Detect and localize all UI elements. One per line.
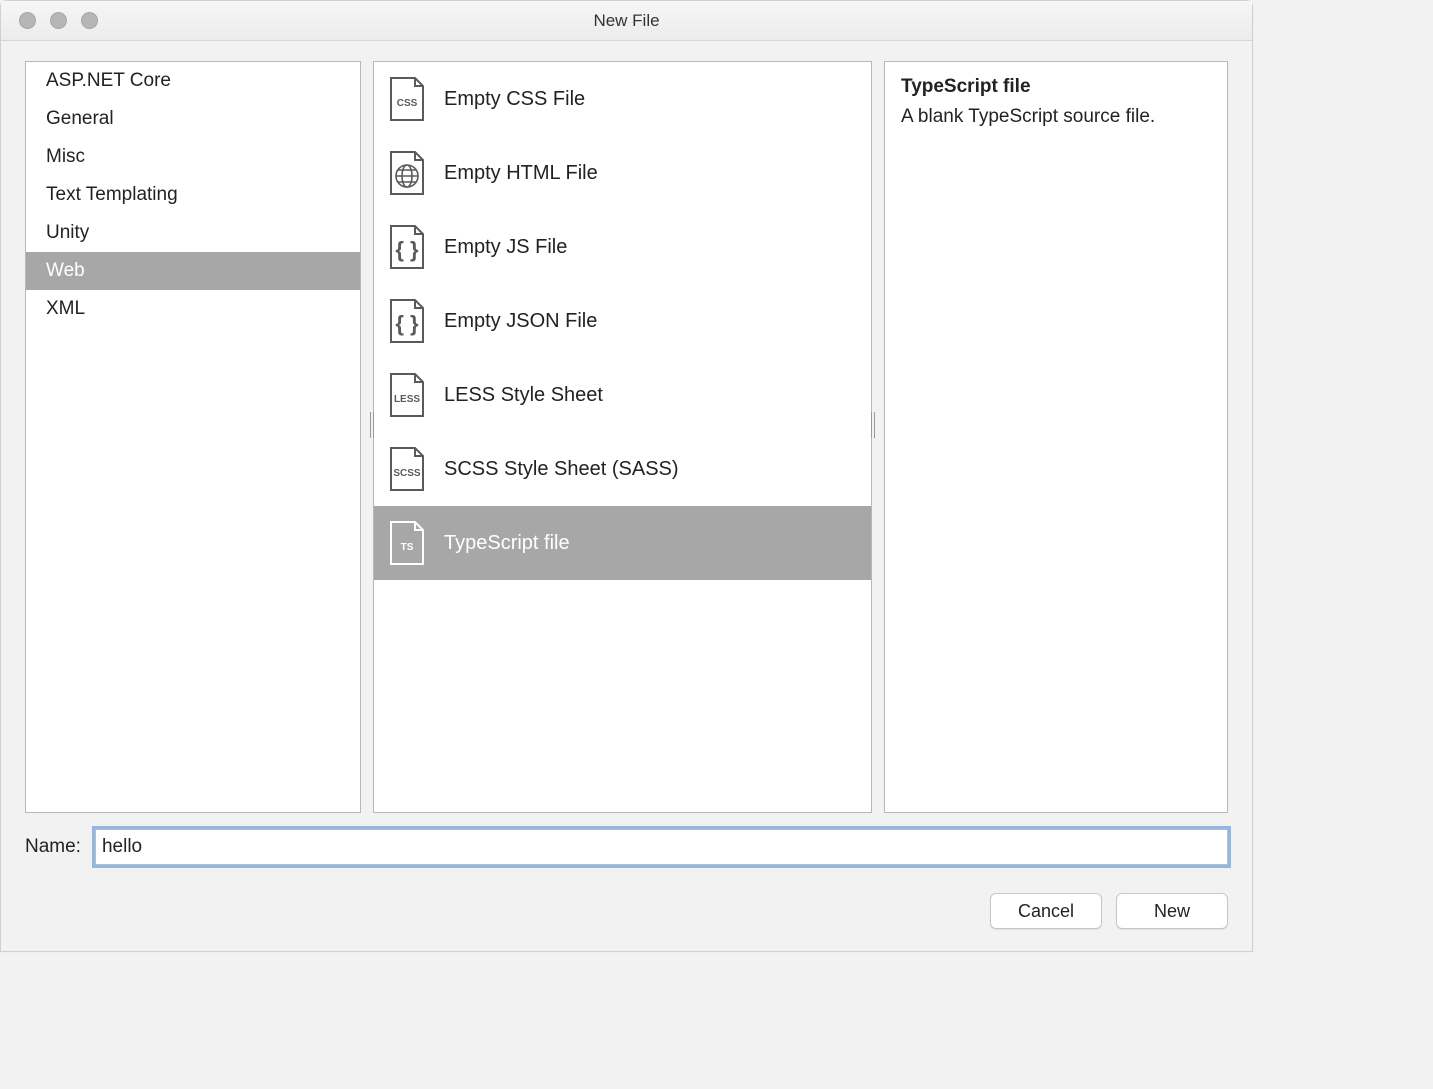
svg-text:CSS: CSS [397,98,418,109]
category-item[interactable]: Misc [26,138,360,176]
braces-file-icon: { } [388,224,426,270]
details-description: A blank TypeScript source file. [901,106,1211,128]
template-item-label: Empty JS File [444,236,567,259]
template-item[interactable]: SCSS SCSS Style Sheet (SASS) [374,432,871,506]
cancel-button[interactable]: Cancel [990,893,1102,929]
template-item-label: SCSS Style Sheet (SASS) [444,458,679,481]
template-item-label: Empty CSS File [444,88,585,111]
category-item[interactable]: Unity [26,214,360,252]
template-item-label: TypeScript file [444,532,570,555]
category-item[interactable]: General [26,100,360,138]
template-item[interactable]: TS TypeScript file [374,506,871,580]
svg-text:{ }: { } [395,237,419,262]
template-item-label: Empty HTML File [444,162,598,185]
category-item[interactable]: Web [26,252,360,290]
template-item[interactable]: { } Empty JSON File [374,284,871,358]
html-file-icon [388,150,426,196]
ts-file-icon: TS [388,520,426,566]
name-input[interactable] [95,829,1228,865]
main-content: ASP.NET CoreGeneralMiscText TemplatingUn… [1,41,1252,813]
template-item[interactable]: { } Empty JS File [374,210,871,284]
window-title: New File [1,11,1252,31]
titlebar: New File [1,1,1252,41]
new-file-dialog: New File ASP.NET CoreGeneralMiscText Tem… [0,0,1253,952]
template-item[interactable]: CSS Empty CSS File [374,62,871,136]
template-list: CSS Empty CSS File Empty HTML File { } Empty… [373,61,872,813]
template-item[interactable]: Empty HTML File [374,136,871,210]
category-item[interactable]: XML [26,290,360,328]
dialog-footer: Name: Cancel New [1,813,1252,951]
svg-text:LESS: LESS [394,394,420,405]
details-title: TypeScript file [901,76,1211,98]
template-item[interactable]: LESS LESS Style Sheet [374,358,871,432]
button-row: Cancel New [25,893,1228,929]
new-button[interactable]: New [1116,893,1228,929]
category-list: ASP.NET CoreGeneralMiscText TemplatingUn… [25,61,361,813]
name-label: Name: [25,836,81,858]
category-item[interactable]: ASP.NET Core [26,62,360,100]
svg-text:SCSS: SCSS [393,468,421,479]
template-item-label: LESS Style Sheet [444,384,603,407]
name-row: Name: [25,829,1228,865]
svg-text:{ }: { } [395,311,419,336]
css-file-icon: CSS [388,76,426,122]
details-panel: TypeScript file A blank TypeScript sourc… [884,61,1228,813]
less-file-icon: LESS [388,372,426,418]
category-item[interactable]: Text Templating [26,176,360,214]
braces-file-icon: { } [388,298,426,344]
scss-file-icon: SCSS [388,446,426,492]
svg-text:TS: TS [401,542,414,553]
template-item-label: Empty JSON File [444,310,597,333]
